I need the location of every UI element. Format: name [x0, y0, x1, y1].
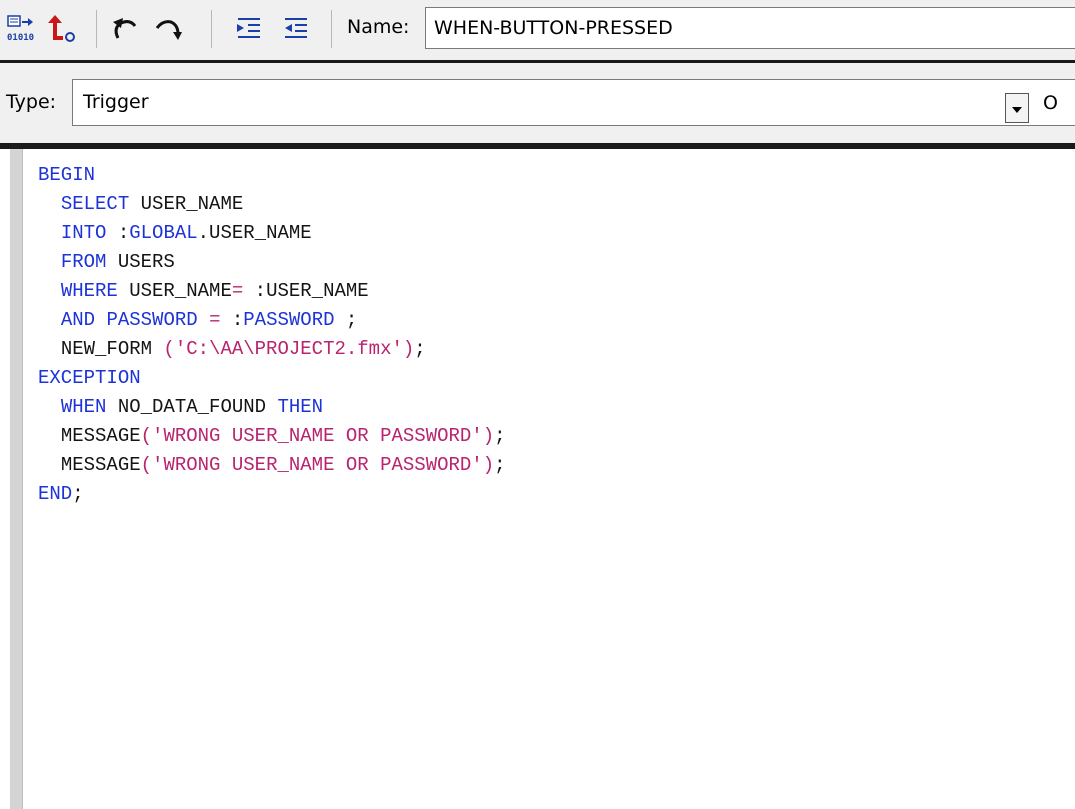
chevron-down-icon	[1011, 99, 1023, 118]
code-line: WHEN NO_DATA_FOUND THEN	[38, 393, 506, 422]
code-token: INTO	[60, 222, 107, 244]
code-text[interactable]: BEGIN SELECT USER_NAME INTO :GLOBAL.USER…	[38, 161, 506, 509]
code-token: EXCEPTION	[38, 367, 141, 389]
redo-icon[interactable]	[150, 14, 186, 44]
name-field[interactable]: WHEN-BUTTON-PRESSED	[425, 7, 1075, 49]
outdent-icon[interactable]	[280, 14, 310, 44]
svg-text:01010: 01010	[7, 33, 34, 43]
code-token: MESSAGE	[60, 454, 141, 476]
code-token: WHERE	[60, 280, 118, 302]
type-select[interactable]: Trigger O	[72, 79, 1075, 126]
code-token: (	[152, 338, 175, 360]
code-token: GLOBAL	[129, 222, 198, 244]
code-token: ;	[414, 338, 426, 360]
code-token: WHEN	[60, 396, 107, 418]
code-line: MESSAGE('WRONG USER_NAME OR PASSWORD');	[38, 422, 506, 451]
code-token: .USER_NAME	[197, 222, 312, 244]
code-editor[interactable]: BEGIN SELECT USER_NAME INTO :GLOBAL.USER…	[24, 149, 1075, 809]
compile-icon[interactable]: 01010	[4, 14, 38, 44]
code-token: AND	[60, 309, 96, 331]
code-token: NEW_FORM	[60, 338, 153, 360]
code-token: 'WRONG USER_NAME OR PASSWORD'	[152, 425, 483, 447]
code-line: BEGIN	[38, 161, 506, 190]
type-dropdown-button[interactable]	[1005, 93, 1029, 123]
code-token: :USER_NAME	[243, 280, 369, 302]
code-token: :	[220, 309, 244, 331]
indent-icon[interactable]	[233, 14, 263, 44]
code-token: 'WRONG USER_NAME OR PASSWORD'	[152, 454, 483, 476]
code-token: PASSWORD	[106, 309, 198, 331]
type-value: Trigger	[83, 91, 149, 113]
code-token: SELECT	[60, 193, 130, 215]
code-token: =	[231, 280, 244, 302]
code-token: (	[140, 425, 153, 447]
code-token: :	[106, 222, 130, 244]
code-token: ;	[334, 309, 358, 331]
code-token: FROM	[60, 251, 107, 273]
code-token: )	[482, 454, 495, 476]
code-line: FROM USERS	[38, 248, 506, 277]
type-bar: Type: Trigger O	[0, 63, 1075, 143]
code-token: MESSAGE	[60, 425, 141, 447]
code-token: END	[38, 483, 73, 505]
name-label: Name:	[347, 16, 410, 38]
code-token: (	[140, 454, 153, 476]
code-token: THEN	[277, 396, 324, 418]
toolbar: 01010 Name: WHEN-BUTTON-PRESSED	[0, 0, 1075, 60]
code-token: 'C:\AA\PROJECT2.fmx'	[174, 338, 403, 360]
code-token: ;	[72, 483, 84, 505]
code-token: ;	[494, 425, 506, 447]
code-line: EXCEPTION	[38, 364, 506, 393]
code-token: NO_DATA_FOUND	[106, 396, 278, 418]
code-line: MESSAGE('WRONG USER_NAME OR PASSWORD');	[38, 451, 506, 480]
toolbar-separator	[96, 10, 97, 48]
toolbar-separator	[331, 10, 332, 48]
code-line: AND PASSWORD = :PASSWORD ;	[38, 306, 506, 335]
code-line: WHERE USER_NAME= :USER_NAME	[38, 277, 506, 306]
code-token: USER_NAME	[129, 193, 244, 215]
code-line: INTO :GLOBAL.USER_NAME	[38, 219, 506, 248]
code-line: NEW_FORM ('C:\AA\PROJECT2.fmx');	[38, 335, 506, 364]
type-label: Type:	[6, 91, 57, 113]
code-token: BEGIN	[38, 164, 96, 186]
code-token: )	[402, 338, 415, 360]
code-line: END;	[38, 480, 506, 509]
code-token: ;	[494, 454, 506, 476]
truncated-label: O	[1043, 92, 1058, 114]
toolbar-separator	[211, 10, 212, 48]
code-token: USER_NAME	[117, 280, 232, 302]
code-token: =	[209, 309, 221, 331]
code-token: )	[482, 425, 495, 447]
revert-icon[interactable]	[42, 14, 82, 44]
code-line: SELECT USER_NAME	[38, 190, 506, 219]
code-token: PASSWORD	[243, 309, 335, 331]
undo-icon[interactable]	[108, 14, 144, 44]
code-token: USERS	[106, 251, 175, 273]
editor-gutter	[10, 149, 23, 809]
